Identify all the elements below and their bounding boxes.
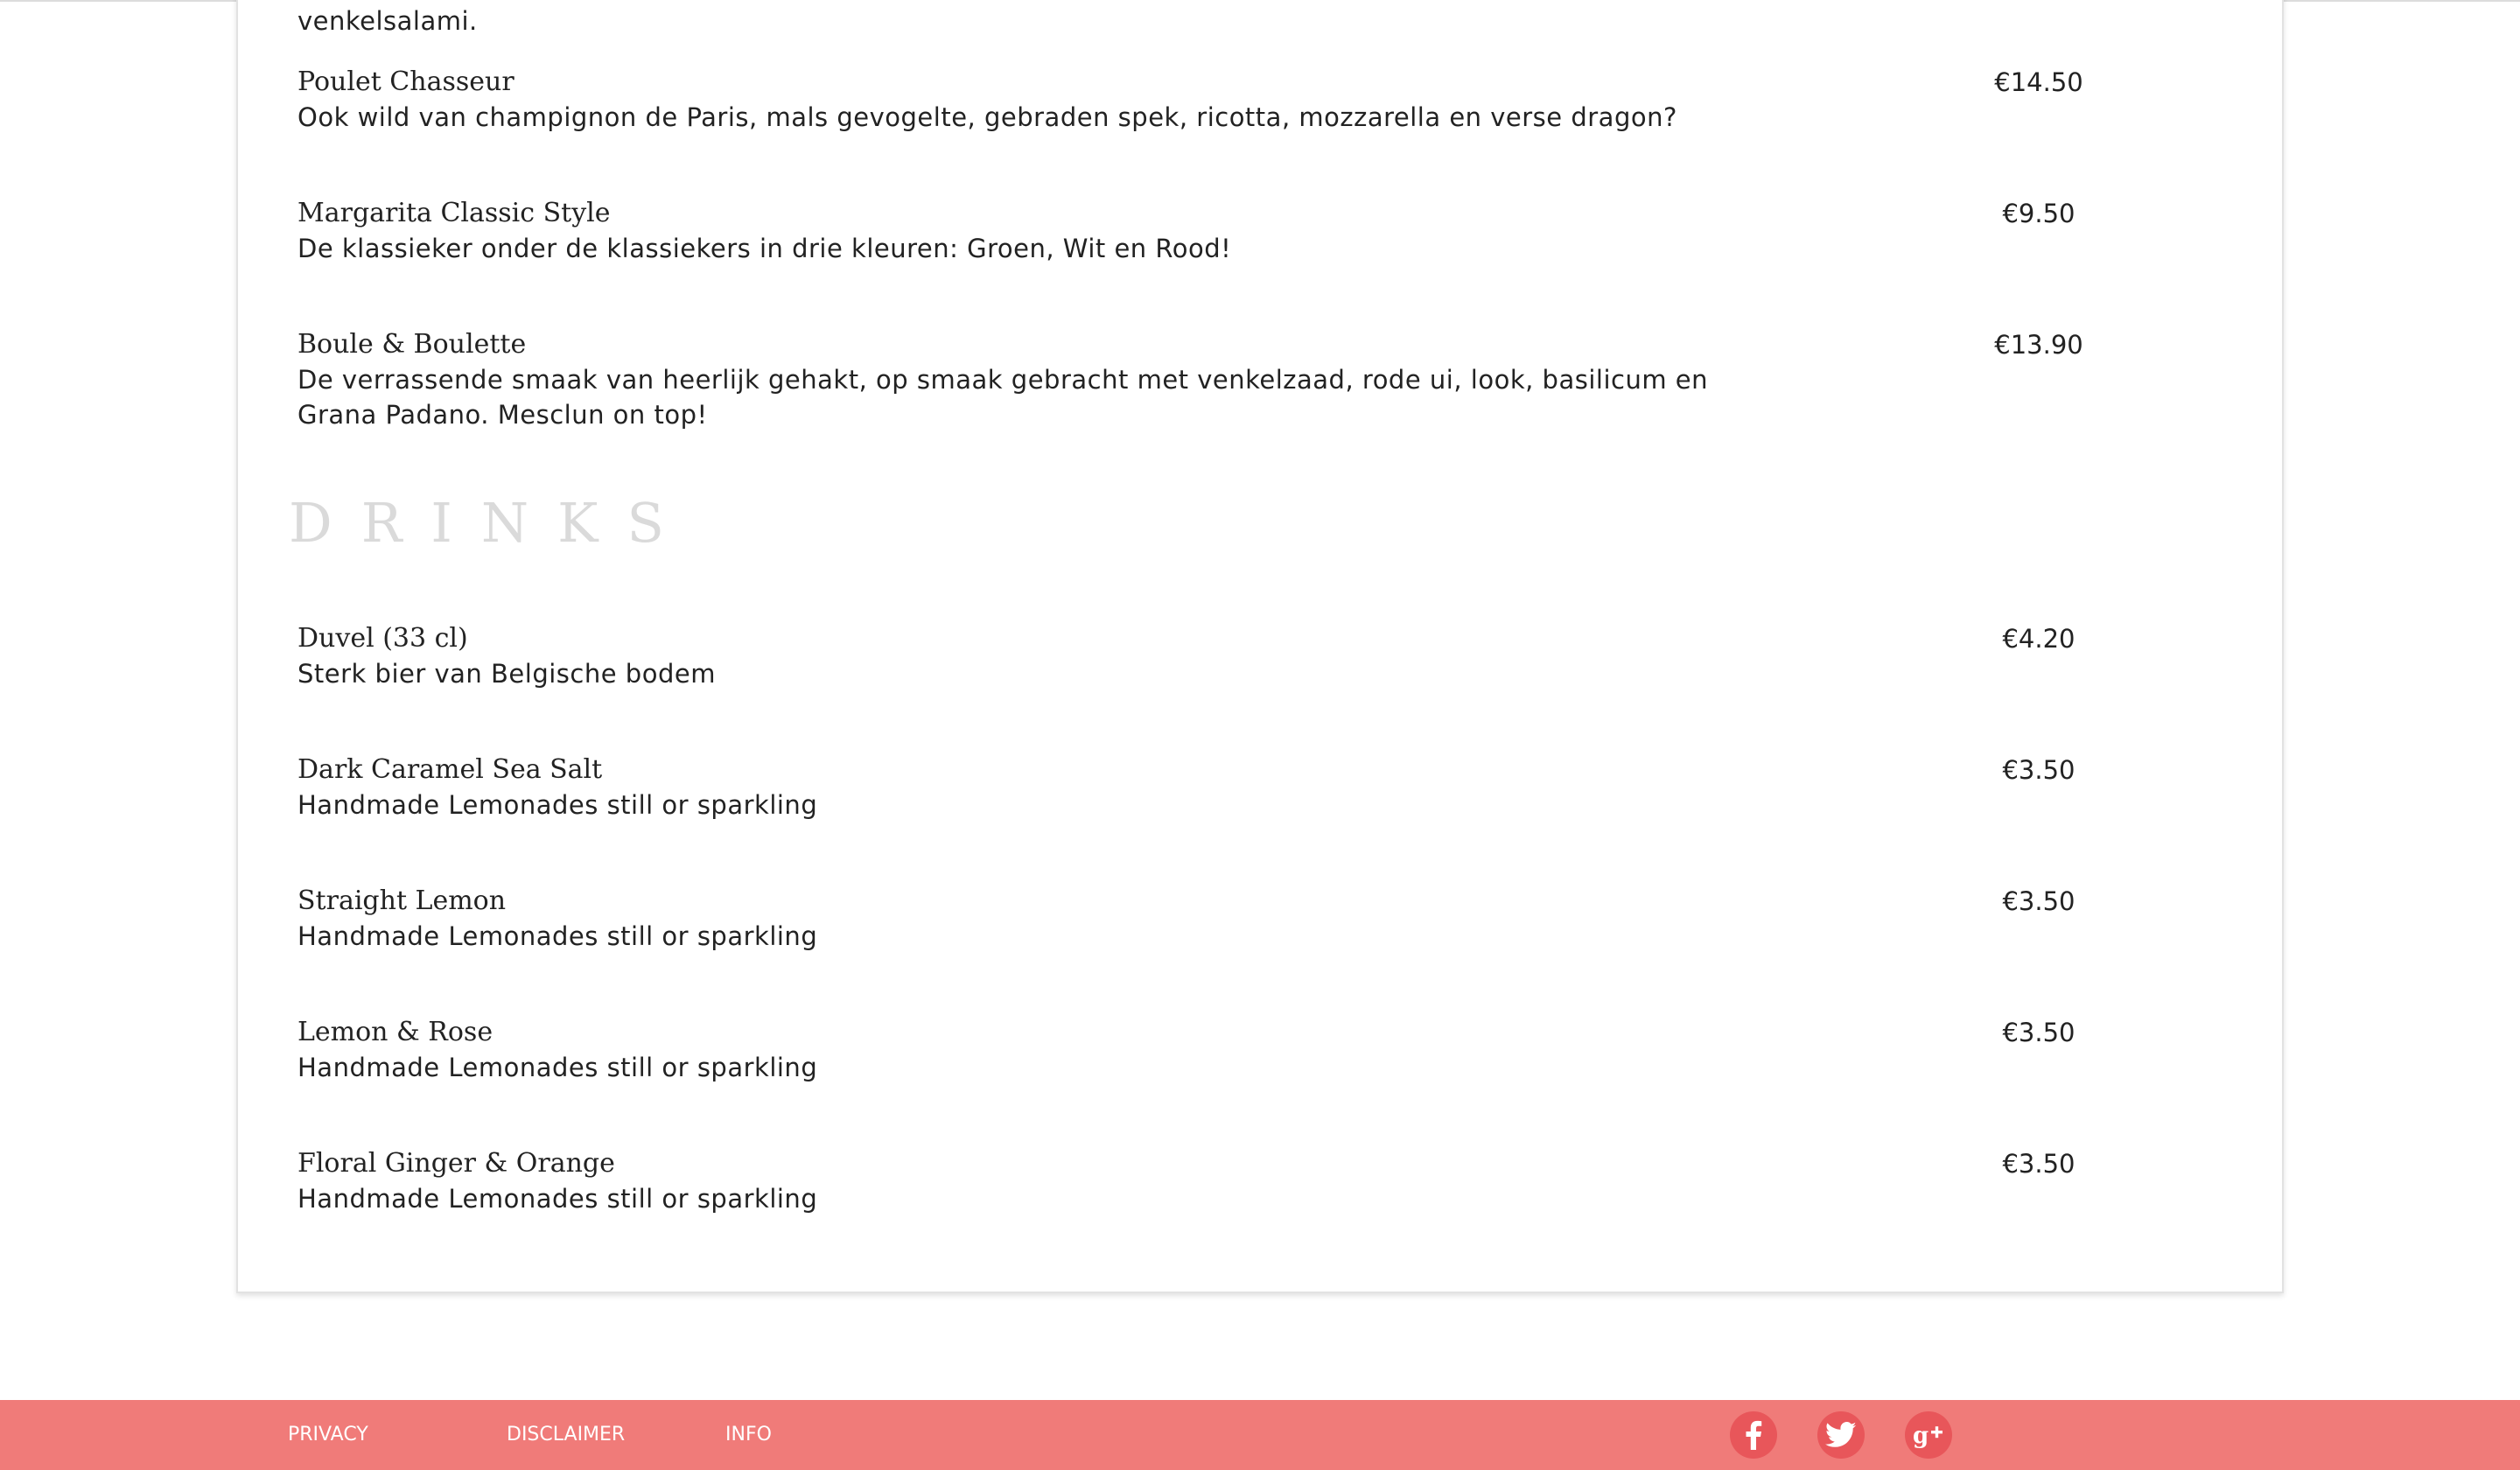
item-name: Lemon & Rose xyxy=(298,1017,494,1047)
google-plus-button[interactable]: g xyxy=(1905,1411,1952,1459)
footer-link-privacy[interactable]: PRIVACY xyxy=(288,1418,368,1452)
site-footer: PRIVACY DISCLAIMER INFO g xyxy=(0,1400,2520,1470)
google-plus-icon: g xyxy=(1913,1423,1942,1448)
item-description: Ook wild van champignon de Paris, mals g… xyxy=(298,102,1677,132)
item-description: Handmade Lemonades still or sparkling xyxy=(298,1053,818,1082)
facebook-icon xyxy=(1746,1420,1762,1450)
item-price: €14.50 xyxy=(1994,67,2083,97)
twitter-button[interactable] xyxy=(1817,1411,1865,1459)
svg-text:g: g xyxy=(1913,1423,1928,1448)
item-description: De verrassende smaak van heerlijk gehakt… xyxy=(298,365,1709,395)
item-price: €3.50 xyxy=(2002,755,2076,785)
item-description: Sterk bier van Belgische bodem xyxy=(298,659,716,689)
item-description: Handmade Lemonades still or sparkling xyxy=(298,921,818,951)
item-name: Floral Ginger & Orange xyxy=(298,1148,615,1179)
section-title-drinks: DRINKS xyxy=(289,491,693,555)
facebook-button[interactable] xyxy=(1730,1411,1777,1459)
item-name: Straight Lemon xyxy=(298,886,507,916)
item-name: Margarita Classic Style xyxy=(298,198,611,228)
item-price: €3.50 xyxy=(2002,886,2076,916)
item-price: €3.50 xyxy=(2002,1149,2076,1179)
item-description-continued: venkelsalami. xyxy=(298,6,478,36)
item-price: €13.90 xyxy=(1994,330,2083,360)
item-description: Grana Padano. Mesclun on top! xyxy=(298,400,708,430)
item-name: Dark Caramel Sea Salt xyxy=(298,754,603,785)
menu-card: venkelsalami. Poulet Chasseur Ook wild v… xyxy=(236,0,2284,1293)
item-price: €3.50 xyxy=(2002,1018,2076,1047)
twitter-icon xyxy=(1825,1422,1857,1447)
item-description: Handmade Lemonades still or sparkling xyxy=(298,1184,818,1214)
item-description: Handmade Lemonades still or sparkling xyxy=(298,790,818,820)
item-name: Duvel (33 cl) xyxy=(298,623,468,654)
item-name: Boule & Boulette xyxy=(298,329,527,360)
item-price: €4.20 xyxy=(2002,624,2076,654)
item-price: €9.50 xyxy=(2002,199,2076,228)
footer-link-disclaimer[interactable]: DISCLAIMER xyxy=(507,1418,625,1452)
item-description: De klassieker onder de klassiekers in dr… xyxy=(298,234,1232,263)
footer-link-info[interactable]: INFO xyxy=(725,1418,772,1452)
item-name: Poulet Chasseur xyxy=(298,66,514,97)
